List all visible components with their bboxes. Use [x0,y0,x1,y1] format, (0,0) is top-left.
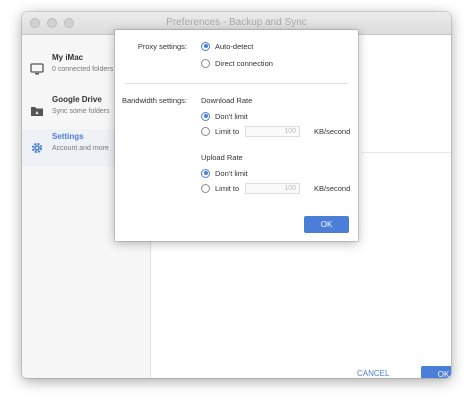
radio-label: Limit to [215,126,240,136]
drive-folder-icon [31,107,43,116]
radio-label: Don't limit [215,168,248,178]
sidebar-item-label: Settings [52,132,84,141]
proxy-settings-label: Proxy settings: [137,42,187,51]
dialog-ok-button[interactable]: OK [304,216,349,233]
radio-label: Direct connection [215,58,273,68]
radio-checked[interactable] [201,168,210,178]
section-divider [125,83,348,84]
cancel-button[interactable]: CANCEL [357,369,389,378]
gear-icon [31,142,43,154]
upload-unit-label: KB/second [314,184,351,193]
upload-limit-to-option[interactable]: Limit to [201,182,239,194]
radio-unchecked[interactable] [201,183,210,193]
sidebar-item-label: My iMac [52,53,84,62]
radio-checked[interactable] [201,111,210,121]
download-limit-to-option[interactable]: Limit to [201,125,239,137]
radio-label: Limit to [215,183,240,193]
ok-button[interactable]: OK [421,366,451,378]
radio-label: Don't limit [215,111,248,121]
bandwidth-settings-label: Bandwidth settings: [121,96,187,105]
radio-checked[interactable] [201,41,210,51]
download-rate-title: Download Rate [201,96,253,105]
radio-unchecked[interactable] [201,58,210,68]
proxy-direct-connection-option[interactable]: Direct connection [201,57,273,69]
radio-label: Auto-detect [215,41,254,51]
download-unit-label: KB/second [314,127,351,136]
proxy-auto-detect-option[interactable]: Auto-detect [201,40,253,52]
download-dont-limit-option[interactable]: Don't limit [201,110,248,122]
sidebar-item-subtitle: Account and more [52,145,109,152]
upload-rate-title: Upload Rate [201,153,243,162]
window-title: Preferences - Backup and Sync [166,17,307,28]
sidebar-item-subtitle: 0 connected folders [52,66,114,73]
download-limit-field[interactable]: 100 [245,126,300,137]
sidebar-item-label: Google Drive [52,95,102,104]
divider [362,152,451,153]
upload-limit-field[interactable]: 100 [245,183,300,194]
monitor-icon [30,63,44,75]
upload-dont-limit-option[interactable]: Don't limit [201,167,248,179]
network-settings-dialog: Proxy settings: Auto-detect Direct conne… [115,30,358,241]
radio-unchecked[interactable] [201,126,210,136]
sidebar-item-subtitle: Sync some folders [52,108,110,115]
